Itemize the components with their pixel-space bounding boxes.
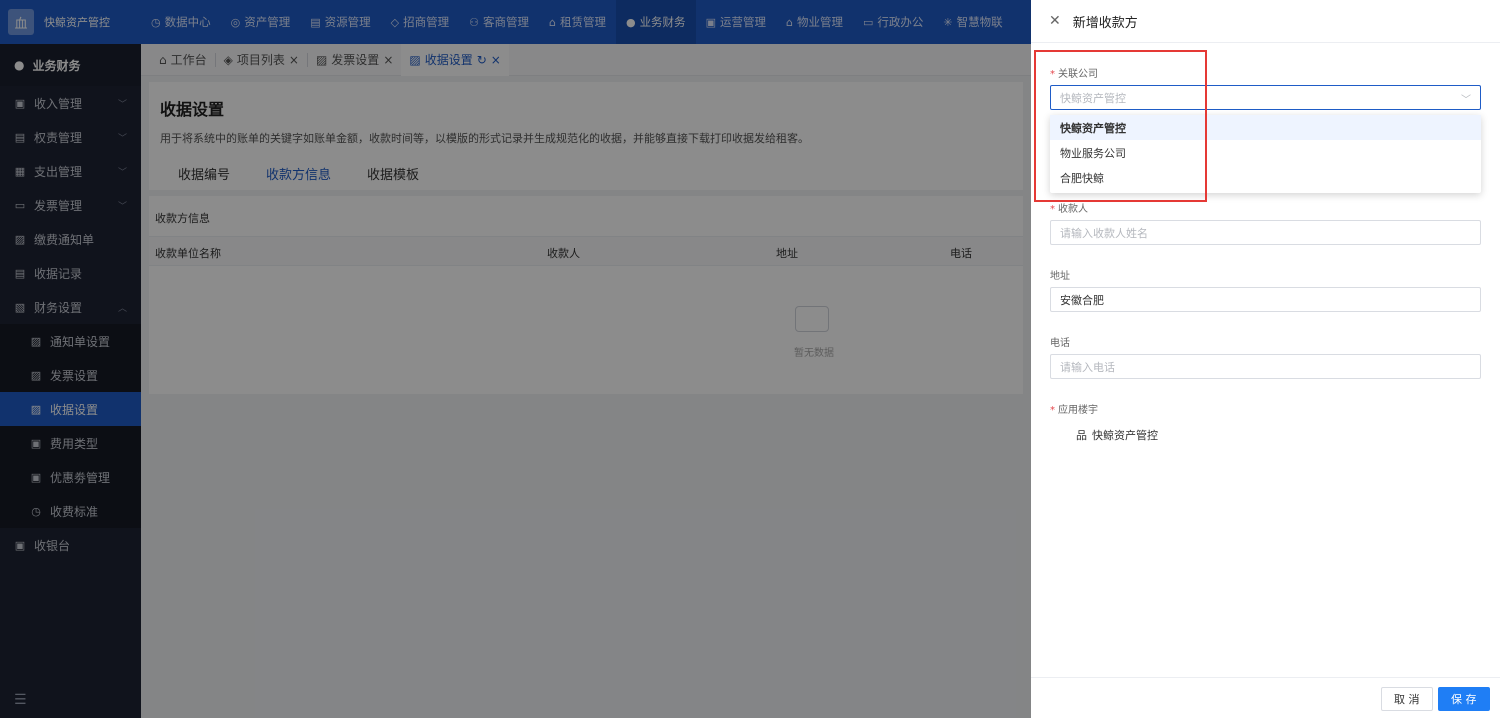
phone-input[interactable]: 请输入电话 <box>1050 354 1481 379</box>
payee-input[interactable]: 请输入收款人姓名 <box>1050 220 1481 245</box>
drawer-footer: 取 消 保 存 <box>1031 677 1500 718</box>
required-mark: * <box>1050 405 1055 416</box>
close-icon[interactable]: ✕ <box>1049 13 1061 29</box>
highlight-annotation-box <box>1034 50 1207 202</box>
drawer-title: 新增收款方 <box>1072 15 1138 31</box>
required-mark: * <box>1050 204 1055 215</box>
org-tree-icon: 品 <box>1076 429 1087 442</box>
address-label: 地址 <box>1050 271 1070 282</box>
payee-placeholder: 请输入收款人姓名 <box>1060 226 1148 240</box>
building-label-text: 应用楼宇 <box>1058 405 1098 416</box>
drawer-mask[interactable] <box>0 0 1031 718</box>
chevron-down-icon: ﹀ <box>1461 95 1471 106</box>
payee-label: * 收款人 <box>1050 200 1088 215</box>
payee-label-text: 收款人 <box>1058 204 1088 215</box>
building-label: * 应用楼宇 <box>1050 401 1098 416</box>
tree-node-label: 快鲸资产管控 <box>1092 429 1158 442</box>
cancel-button[interactable]: 取 消 <box>1381 687 1433 711</box>
save-button[interactable]: 保 存 <box>1438 687 1490 711</box>
phone-label: 电话 <box>1050 338 1070 349</box>
address-input[interactable]: 安徽合肥 <box>1050 287 1481 312</box>
drawer-header: ✕ 新增收款方 <box>1031 0 1500 43</box>
address-value: 安徽合肥 <box>1060 293 1104 307</box>
building-tree-node[interactable]: 品 快鲸资产管控 <box>1076 427 1158 443</box>
phone-placeholder: 请输入电话 <box>1060 360 1115 374</box>
